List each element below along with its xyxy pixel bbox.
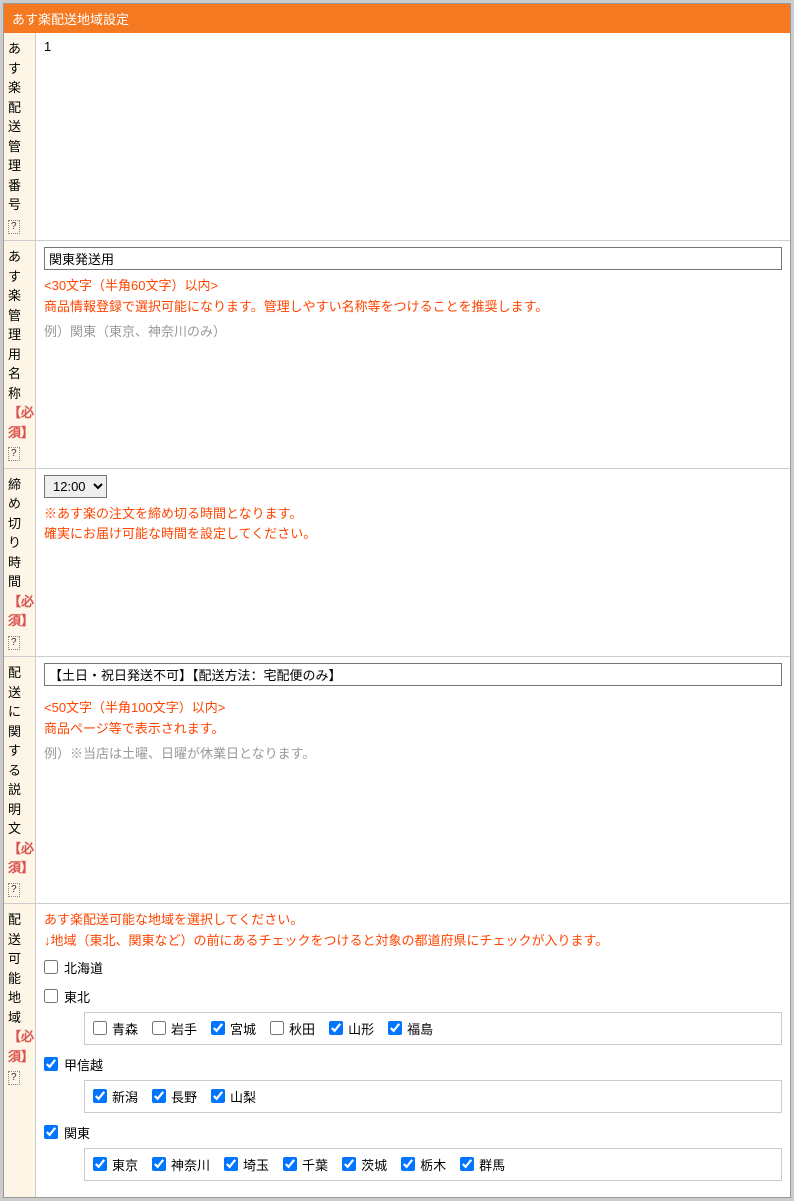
prefecture-label[interactable]: 神奈川 — [171, 1155, 210, 1174]
prefecture-item: 新潟 — [93, 1087, 138, 1106]
deadline-select[interactable]: 12:00 — [44, 475, 107, 498]
region-group: 東北青森 岩手 宮城 秋田 山形 福島 — [44, 987, 782, 1045]
prefecture-label[interactable]: 埼玉 — [243, 1155, 269, 1174]
label-management-number: あす楽配送管理番号 ? — [4, 33, 36, 240]
row-name: あす楽管理用名称 【必須】 ? <30文字（半角60文字）以内> 商品情報登録で… — [4, 241, 790, 469]
region-label[interactable]: 甲信越 — [64, 1055, 103, 1074]
prefecture-item: 群馬 — [460, 1155, 505, 1174]
region-label[interactable]: 北海道 — [64, 958, 103, 977]
prefecture-item: 岩手 — [152, 1019, 197, 1038]
region-label[interactable]: 東北 — [64, 987, 90, 1006]
prefecture-item: 秋田 — [270, 1019, 315, 1038]
prefecture-item: 山梨 — [211, 1087, 256, 1106]
prefecture-label[interactable]: 栃木 — [420, 1155, 446, 1174]
prefecture-item: 山形 — [329, 1019, 374, 1038]
prefecture-label[interactable]: 茨城 — [361, 1155, 387, 1174]
prefecture-label[interactable]: 山形 — [348, 1019, 374, 1038]
value-management-number: 1 — [36, 33, 790, 240]
prefecture-item: 埼玉 — [224, 1155, 269, 1174]
help-icon[interactable]: ? — [8, 1071, 20, 1085]
region-parent: 甲信越 — [44, 1055, 782, 1074]
region-group: 甲信越新潟 長野 山梨 — [44, 1055, 782, 1113]
region-checkbox[interactable] — [44, 1125, 58, 1139]
region-parent: 北海道 — [44, 958, 782, 977]
prefecture-item: 栃木 — [401, 1155, 446, 1174]
prefecture-checkbox[interactable] — [93, 1089, 107, 1103]
prefecture-checkbox[interactable] — [152, 1157, 166, 1171]
region-checkbox[interactable] — [44, 960, 58, 974]
prefecture-checkbox[interactable] — [283, 1157, 297, 1171]
prefecture-checkbox[interactable] — [401, 1157, 415, 1171]
value-deadline: 12:00 ※あす楽の注文を締め切る時間となります。 確実にお届け可能な時間を設… — [36, 469, 790, 657]
label-regions: 配送可能地域 【必須】 ? — [4, 904, 36, 1197]
region-parent: 東北 — [44, 987, 782, 1006]
prefecture-item: 長野 — [152, 1087, 197, 1106]
prefecture-checkbox[interactable] — [93, 1021, 107, 1035]
settings-panel: あす楽配送地域設定 あす楽配送管理番号 ? 1 あす楽管理用名称 【必須】 ? … — [3, 3, 791, 1198]
help-icon[interactable]: ? — [8, 883, 20, 897]
region-group: 関東東京 神奈川 埼玉 千葉 茨城 栃木 群馬 — [44, 1123, 782, 1181]
prefecture-label[interactable]: 新潟 — [112, 1087, 138, 1106]
label-name: あす楽管理用名称 【必須】 ? — [4, 241, 36, 468]
prefecture-checkbox[interactable] — [152, 1021, 166, 1035]
regions-container: 北海道東北青森 岩手 宮城 秋田 山形 福島甲信越新潟 長野 山梨関東東京 神奈川 埼玉 千葉 茨城 栃… — [44, 958, 782, 1181]
prefecture-checkbox[interactable] — [152, 1089, 166, 1103]
prefecture-checkbox[interactable] — [342, 1157, 356, 1171]
prefecture-checkbox[interactable] — [93, 1157, 107, 1171]
prefecture-label[interactable]: 長野 — [171, 1087, 197, 1106]
prefecture-item: 宮城 — [211, 1019, 256, 1038]
label-description: 配送に関する説明文 【必須】 ? — [4, 657, 36, 903]
region-children: 新潟 長野 山梨 — [84, 1080, 782, 1113]
region-children: 東京 神奈川 埼玉 千葉 茨城 栃木 群馬 — [84, 1148, 782, 1181]
prefecture-item: 茨城 — [342, 1155, 387, 1174]
value-regions: あす楽配送可能な地域を選択してください。 ↓地域（東北、関東など）の前にあるチェ… — [36, 904, 790, 1197]
panel-title: あす楽配送地域設定 — [12, 12, 129, 27]
panel-header: あす楽配送地域設定 — [4, 4, 790, 33]
prefecture-item: 神奈川 — [152, 1155, 210, 1174]
prefecture-label[interactable]: 山梨 — [230, 1087, 256, 1106]
name-input[interactable] — [44, 247, 782, 270]
prefecture-label[interactable]: 岩手 — [171, 1019, 197, 1038]
prefecture-checkbox[interactable] — [460, 1157, 474, 1171]
label-deadline: 締め切り時間 【必須】 ? — [4, 469, 36, 657]
row-deadline: 締め切り時間 【必須】 ? 12:00 ※あす楽の注文を締め切る時間となります。… — [4, 469, 790, 658]
prefecture-label[interactable]: 福島 — [407, 1019, 433, 1038]
row-regions: 配送可能地域 【必須】 ? あす楽配送可能な地域を選択してください。 ↓地域（東… — [4, 904, 790, 1197]
prefecture-label[interactable]: 秋田 — [289, 1019, 315, 1038]
value-description: <50文字（半角100文字）以内> 商品ページ等で表示されます。 例）※当店は土… — [36, 657, 790, 903]
region-parent: 関東 — [44, 1123, 782, 1142]
row-management-number: あす楽配送管理番号 ? 1 — [4, 33, 790, 241]
value-name: <30文字（半角60文字）以内> 商品情報登録で選択可能になります。管理しやすい… — [36, 241, 790, 468]
region-checkbox[interactable] — [44, 1057, 58, 1071]
help-icon[interactable]: ? — [8, 636, 20, 650]
prefecture-item: 東京 — [93, 1155, 138, 1174]
prefecture-checkbox[interactable] — [270, 1021, 284, 1035]
prefecture-checkbox[interactable] — [224, 1157, 238, 1171]
prefecture-checkbox[interactable] — [211, 1089, 225, 1103]
prefecture-checkbox[interactable] — [388, 1021, 402, 1035]
region-checkbox[interactable] — [44, 989, 58, 1003]
prefecture-item: 千葉 — [283, 1155, 328, 1174]
region-label[interactable]: 関東 — [64, 1123, 90, 1142]
prefecture-label[interactable]: 青森 — [112, 1019, 138, 1038]
row-description: 配送に関する説明文 【必須】 ? <50文字（半角100文字）以内> 商品ページ… — [4, 657, 790, 904]
prefecture-item: 福島 — [388, 1019, 433, 1038]
prefecture-item: 青森 — [93, 1019, 138, 1038]
region-children: 青森 岩手 宮城 秋田 山形 福島 — [84, 1012, 782, 1045]
help-icon[interactable]: ? — [8, 220, 20, 234]
prefecture-label[interactable]: 宮城 — [230, 1019, 256, 1038]
prefecture-label[interactable]: 千葉 — [302, 1155, 328, 1174]
help-icon[interactable]: ? — [8, 447, 20, 461]
region-group: 北海道 — [44, 958, 782, 977]
prefecture-checkbox[interactable] — [329, 1021, 343, 1035]
prefecture-checkbox[interactable] — [211, 1021, 225, 1035]
prefecture-label[interactable]: 東京 — [112, 1155, 138, 1174]
prefecture-label[interactable]: 群馬 — [479, 1155, 505, 1174]
description-input[interactable] — [44, 663, 782, 686]
